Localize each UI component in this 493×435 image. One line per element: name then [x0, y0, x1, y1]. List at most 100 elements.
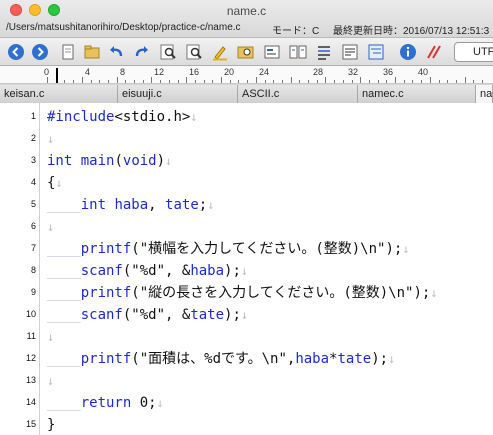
code-line[interactable]: ↓	[47, 131, 54, 147]
ruler-tick	[255, 77, 257, 83]
toolbar: UTF	[0, 38, 493, 66]
code-editor[interactable]: 1 2 3 4 5 6 7 8 9 10 11 12 13 14 15 #include<stdio.h>↓…	[0, 103, 493, 435]
modified-timestamp: 最終更新日時：2016/07/13 12:51:3	[333, 26, 490, 37]
new-file-icon[interactable]	[58, 42, 78, 62]
ruler-tick	[395, 77, 396, 83]
line-number: 5	[30, 199, 36, 209]
ruler-tick	[299, 80, 301, 83]
code-line[interactable]: ____int haba, tate;↓	[47, 197, 214, 213]
tab-label: namec.c	[362, 88, 404, 100]
find-next-icon[interactable]	[184, 42, 204, 62]
ruler-label: 12	[154, 67, 165, 77]
ruler-tick	[64, 80, 66, 83]
encoding-select[interactable]: UTF	[454, 42, 493, 62]
tab-keisan[interactable]: keisan.c	[0, 85, 118, 103]
ruler-tick	[247, 80, 249, 83]
ruler-tick	[412, 80, 414, 83]
code-line[interactable]: ↓	[47, 219, 54, 235]
ruler-tick	[99, 80, 101, 83]
forward-icon[interactable]	[30, 42, 50, 62]
tab-ascii[interactable]: ASCII.c	[238, 85, 358, 103]
ruler-tick	[377, 80, 379, 83]
ruler: 0 4 8 12 16 20 24 28 32 36 40	[0, 66, 493, 84]
ruler-tick	[368, 80, 370, 83]
ruler-tick	[308, 80, 309, 83]
ruler-tick	[351, 80, 353, 83]
code-line[interactable]: {↓	[47, 175, 63, 191]
line-number: 15	[25, 419, 36, 429]
code-line[interactable]: ↓	[47, 373, 54, 389]
wrap-icon[interactable]	[340, 42, 360, 62]
ruler-tick	[473, 80, 475, 83]
line-number: 14	[25, 397, 36, 407]
ruler-tick	[194, 80, 196, 83]
line-number: 4	[30, 177, 36, 187]
open-file-icon[interactable]	[82, 42, 102, 62]
ruler-tick	[107, 80, 109, 83]
code-line[interactable]: ____scanf("%d", &haba);↓	[47, 263, 248, 279]
ruler-tick	[186, 77, 188, 83]
compare-icon[interactable]	[288, 42, 308, 62]
ruler-label: 32	[348, 67, 359, 77]
ruler-tick	[438, 80, 440, 83]
tab-name[interactable]: na	[476, 85, 493, 103]
code-line[interactable]: ____printf("面積は、%dです。\n",haba*tate);↓	[47, 351, 395, 367]
ruler-label: 28	[313, 67, 324, 77]
code-line[interactable]: ____printf("横幅を入力してください。(整数)\n");↓	[47, 241, 410, 257]
ruler-tick	[168, 80, 170, 83]
ruler-tick	[386, 80, 388, 83]
ruler-tick	[334, 80, 336, 83]
ruler-tick	[90, 80, 92, 83]
ruler-tick	[151, 77, 153, 83]
ruler-tick	[81, 77, 83, 83]
code-line[interactable]: ____printf("縦の長さを入力してください。(整数)\n");↓	[47, 285, 438, 301]
replace-icon[interactable]	[262, 42, 282, 62]
ruler-tick	[421, 80, 423, 83]
ruler-tick	[47, 77, 48, 83]
line-number: 9	[30, 287, 36, 297]
find-in-files-icon[interactable]	[236, 42, 256, 62]
line-number: 11	[26, 331, 36, 341]
highlight-icon[interactable]	[210, 42, 230, 62]
code-line[interactable]: ____return 0;↓	[47, 395, 164, 411]
ruler-tick	[482, 80, 483, 83]
tab-namec[interactable]: namec.c	[358, 85, 476, 103]
back-icon[interactable]	[6, 42, 26, 62]
ruler-tick	[160, 80, 162, 83]
status-row: /Users/matsushitanorihiro/Desktop/practi…	[0, 20, 493, 38]
ruler-tick	[455, 80, 457, 83]
find-icon[interactable]	[158, 42, 178, 62]
ruler-tick	[281, 80, 283, 83]
ruler-label: 24	[259, 67, 270, 77]
undo-icon[interactable]	[106, 42, 126, 62]
redo-icon[interactable]	[132, 42, 152, 62]
tab-label: eisuuji.c	[122, 88, 162, 100]
ruler-tick	[221, 77, 222, 83]
code-line[interactable]: }	[47, 417, 55, 433]
line-number: 2	[30, 133, 36, 143]
ruler-tick	[429, 77, 431, 83]
format-icon[interactable]	[314, 42, 334, 62]
code-line[interactable]: ____scanf("%d", &tate);↓	[47, 307, 248, 323]
info-icon[interactable]	[398, 42, 418, 62]
ruler-label: 16	[189, 67, 200, 77]
no-wrap-icon[interactable]	[424, 42, 444, 62]
code-line[interactable]: #include<stdio.h>↓	[47, 109, 198, 125]
ruler-tick	[229, 80, 231, 83]
ruler-tick	[116, 77, 118, 83]
tab-eisuuji[interactable]: eisuuji.c	[118, 85, 238, 103]
ruler-tick	[73, 80, 75, 83]
window-title: name.c	[226, 4, 267, 18]
line-number: 7	[30, 243, 36, 253]
outline-icon[interactable]	[366, 42, 386, 62]
line-number: 1	[30, 111, 36, 121]
ruler-tick	[264, 80, 266, 83]
ruler-tick	[447, 80, 449, 83]
line-number: 8	[30, 265, 36, 275]
code-line[interactable]: ↓	[47, 329, 54, 345]
code-line[interactable]: int main(void)↓	[47, 153, 172, 169]
ruler-tick	[273, 80, 275, 83]
ruler-tick	[238, 80, 240, 83]
ruler-label: 8	[120, 67, 126, 77]
ruler-tick	[360, 77, 362, 83]
